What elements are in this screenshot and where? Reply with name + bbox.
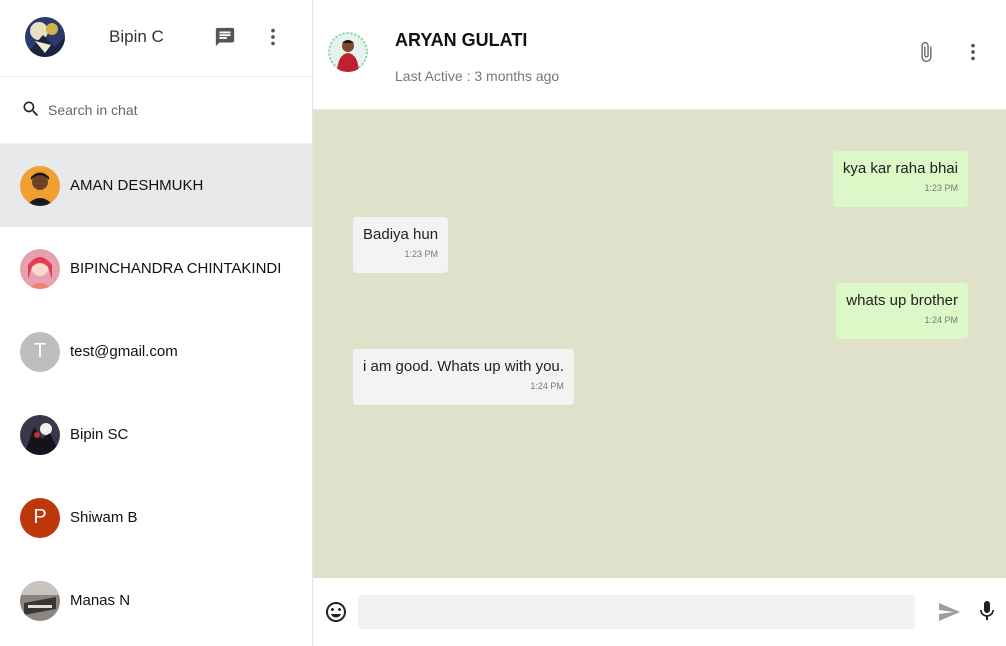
avatar: [20, 580, 60, 621]
contact-item-shiwam-b[interactable]: P Shiwam B: [0, 476, 312, 559]
contact-name: Bipin SC: [70, 426, 129, 443]
avatar: P: [20, 497, 60, 538]
message-text: whats up brother: [846, 292, 958, 309]
contact-name: test@gmail.com: [70, 343, 178, 360]
contact-item-test-gmail[interactable]: T test@gmail.com: [0, 310, 312, 393]
contact-name: Manas N: [70, 592, 131, 609]
sidebar-header: Bipin C: [0, 0, 312, 77]
search-bar: [0, 77, 312, 144]
contact-item-bipin-sc[interactable]: Bipin SC: [0, 393, 312, 476]
user-name: Bipin C: [109, 27, 164, 46]
contact-item-manas-n[interactable]: Manas N: [0, 559, 312, 642]
message-text: Badiya hun: [363, 226, 439, 243]
chat-header: ARYAN GULATI Last Active : 3 months ago: [313, 0, 1006, 110]
message-text: i am good. Whats up with you.: [363, 358, 564, 375]
message-input[interactable]: [358, 595, 915, 629]
avatar-letter: T: [33, 340, 47, 362]
message-time: 1:23 PM: [924, 183, 958, 193]
message-bubble-outgoing: whats up brother 1:24 PM: [836, 283, 968, 339]
message-time: 1:24 PM: [530, 381, 564, 391]
mic-icon[interactable]: [975, 599, 999, 628]
avatar: T: [20, 331, 60, 372]
contact-name: Shiwam B: [70, 509, 138, 526]
contact-item-bipinchandra-chintakindi[interactable]: BIPINCHANDRA CHINTAKINDI: [0, 227, 312, 310]
emoji-icon[interactable]: [324, 600, 348, 629]
avatar: [20, 165, 60, 206]
search-icon: [21, 99, 41, 124]
paperclip-icon[interactable]: [914, 40, 938, 64]
avatar: [20, 414, 60, 455]
chat-panel: ARYAN GULATI Last Active : 3 months ago …: [313, 0, 1006, 646]
contact-item-aman-deshmukh[interactable]: AMAN DESHMUKH: [0, 144, 312, 227]
message-bubble-outgoing: kya kar raha bhai 1:23 PM: [832, 151, 968, 207]
user-avatar[interactable]: [25, 17, 65, 57]
search-input[interactable]: [46, 99, 290, 121]
message-bubble-incoming: i am good. Whats up with you. 1:24 PM: [353, 349, 574, 405]
avatar-letter: P: [33, 506, 47, 528]
chat-icon[interactable]: [213, 25, 237, 49]
contact-name: AMAN DESHMUKH: [70, 177, 204, 194]
message-time: 1:23 PM: [404, 249, 439, 259]
peer-name: ARYAN GULATI: [395, 30, 528, 50]
message-text: kya kar raha bhai: [842, 160, 958, 177]
more-vert-icon[interactable]: [261, 25, 285, 49]
contact-name: BIPINCHANDRA CHINTAKINDI: [70, 260, 282, 277]
send-icon[interactable]: [937, 600, 961, 629]
avatar: [20, 248, 60, 289]
peer-avatar[interactable]: [328, 32, 368, 72]
sidebar: Bipin C AMAN DESHMUK: [0, 0, 313, 646]
message-time: 1:24 PM: [924, 315, 958, 325]
composer: [313, 578, 1006, 646]
app: Bipin C AMAN DESHMUK: [0, 0, 1006, 646]
message-bubble-incoming: Badiya hun 1:23 PM: [353, 217, 449, 273]
message-list: kya kar raha bhai 1:23 PM Badiya hun 1:2…: [313, 110, 1006, 578]
peer-last-active: Last Active : 3 months ago: [395, 68, 560, 84]
more-vert-icon[interactable]: [961, 40, 985, 64]
